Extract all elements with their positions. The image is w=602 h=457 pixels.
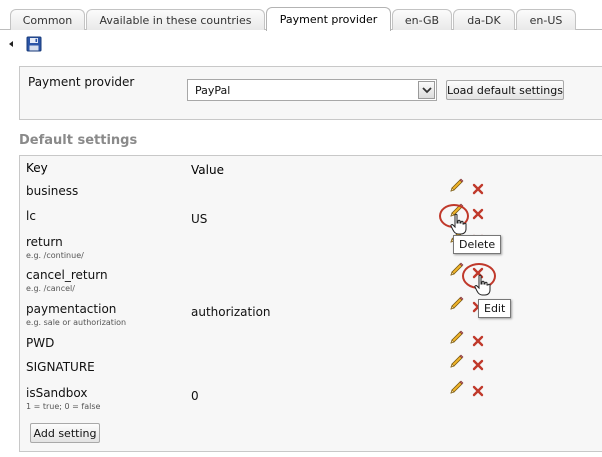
- tab-en-us[interactable]: en-US: [516, 9, 576, 30]
- pencil-icon[interactable]: [448, 354, 464, 370]
- setting-hint: 1 = true; 0 = false: [26, 402, 101, 411]
- tab-en-gb[interactable]: en-GB: [392, 9, 452, 30]
- setting-key: return: [26, 235, 63, 249]
- tooltip-edit: Edit: [478, 299, 512, 318]
- red-x-icon[interactable]: [472, 335, 484, 347]
- setting-hint: e.g. sale or authorization: [26, 318, 127, 327]
- pencil-icon[interactable]: [448, 178, 464, 194]
- hand-cursor-icon: [474, 274, 491, 296]
- provider-label: Payment provider: [28, 75, 135, 89]
- section-title: Default settings: [19, 133, 138, 148]
- setting-key: isSandbox: [26, 386, 88, 400]
- setting-key: lc: [26, 209, 36, 223]
- red-x-icon[interactable]: [472, 359, 484, 371]
- tab-bar: Common Available in these countries Paym…: [0, 0, 602, 31]
- pencil-icon[interactable]: [448, 380, 464, 396]
- chevron-down-icon: [422, 87, 432, 94]
- setting-key: business: [26, 184, 79, 198]
- tab-available-countries[interactable]: Available in these countries: [86, 9, 265, 30]
- red-x-icon[interactable]: [472, 208, 484, 220]
- setting-key: SIGNATURE: [26, 360, 95, 374]
- red-x-icon[interactable]: [472, 183, 484, 195]
- back-arrow-icon[interactable]: [9, 41, 13, 47]
- setting-hint: e.g. /cancel/: [26, 284, 75, 293]
- setting-value: authorization: [191, 305, 271, 319]
- tab-da-dk[interactable]: da-DK: [453, 9, 515, 30]
- dropdown-button[interactable]: [418, 81, 435, 99]
- hand-cursor-icon: [450, 213, 467, 235]
- floppy-disk-icon[interactable]: [26, 36, 42, 52]
- tab-label: Payment provider: [279, 13, 378, 26]
- load-default-settings-button[interactable]: Load default settings: [446, 80, 564, 100]
- setting-key: cancel_return: [26, 268, 108, 282]
- column-header-value: Value: [191, 163, 224, 177]
- table-row: paymentaction e.g. sale or authorization a…: [0, 296, 602, 332]
- tab-label: en-US: [529, 13, 563, 27]
- setting-hint: e.g. /continue/: [26, 251, 84, 260]
- tab-label: Common: [22, 13, 73, 27]
- table-row: isSandbox 1 = true; 0 = false 0: [0, 380, 602, 416]
- tab-label: en-GB: [404, 13, 440, 27]
- setting-key: paymentaction: [26, 302, 117, 316]
- tab-common[interactable]: Common: [10, 9, 85, 30]
- red-x-icon[interactable]: [472, 385, 484, 397]
- toolbar: [0, 33, 602, 53]
- provider-select-value: PayPal: [195, 84, 231, 97]
- setting-key: PWD: [26, 336, 55, 350]
- pencil-icon[interactable]: [448, 330, 464, 346]
- tab-label: Available in these countries: [99, 13, 252, 27]
- pencil-icon[interactable]: [448, 296, 464, 312]
- tab-label: da-DK: [467, 13, 501, 27]
- setting-value: US: [191, 212, 208, 226]
- column-header-key: Key: [26, 161, 48, 175]
- setting-value: 0: [191, 389, 199, 403]
- table-row: cancel_return e.g. /cancel/: [0, 262, 602, 298]
- tooltip-delete: Delete: [453, 235, 502, 254]
- provider-select[interactable]: PayPal: [187, 79, 437, 101]
- add-setting-button[interactable]: Add setting: [30, 423, 100, 443]
- table-row: return e.g. /continue/: [0, 229, 602, 265]
- tab-payment-provider[interactable]: Payment provider: [266, 7, 391, 31]
